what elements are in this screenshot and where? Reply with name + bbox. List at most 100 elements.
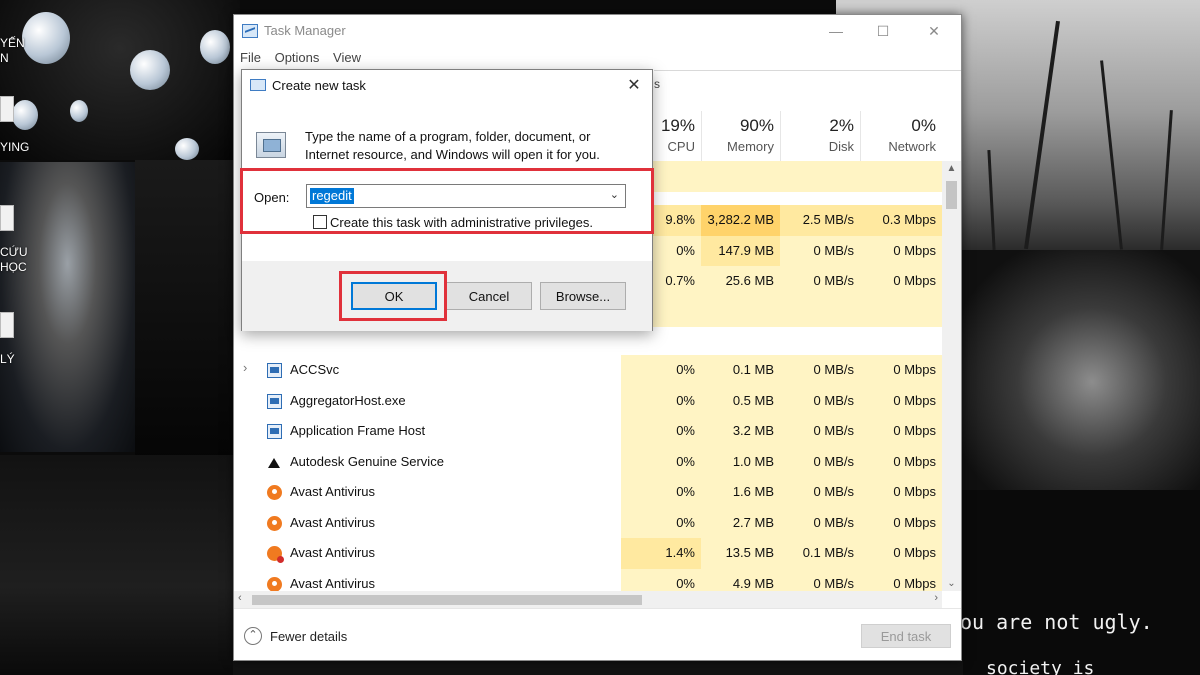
process-name: Avast Antivirus <box>290 514 376 530</box>
palm-trunk <box>1100 60 1123 250</box>
desktop-icon-label: N <box>0 51 9 65</box>
process-name: ACCSvc <box>290 362 340 377</box>
avast-alert-icon <box>267 546 284 563</box>
maximize-button[interactable]: ☐ <box>860 15 906 47</box>
cell-blank <box>780 161 860 192</box>
table-row[interactable]: Avast Antivirus 0% 1.6 MB 0 MB/s 0 Mbps <box>234 477 942 508</box>
table-row[interactable]: Avast Antivirus 1.4% 13.5 MB 0.1 MB/s 0 … <box>234 538 942 569</box>
dialog-titlebar[interactable]: Create new task ✕ <box>242 70 652 101</box>
cell-blank <box>860 161 942 192</box>
task-manager-titlebar[interactable]: Task Manager — ☐ ✕ <box>234 15 961 47</box>
wallpaper-lower-tile <box>0 455 240 675</box>
app-window-icon <box>267 393 282 409</box>
desktop-icon[interactable]: LÝ <box>0 312 40 367</box>
tab-separator <box>654 70 961 71</box>
cell-network: 0 Mbps <box>860 477 942 508</box>
vertical-scrollbar[interactable]: ▲ ⌄ <box>942 161 961 591</box>
cell-cpu: 0% <box>621 568 701 591</box>
dialog-close-button[interactable]: ✕ <box>620 72 648 98</box>
run-window-icon <box>250 79 266 91</box>
scroll-left-icon[interactable]: ‹ <box>238 592 242 604</box>
column-name: Memory <box>727 139 774 154</box>
table-row[interactable]: AggregatorHost.exe 0% 0.5 MB 0 MB/s 0 Mb… <box>234 385 942 416</box>
balloon-decoration <box>70 100 88 122</box>
palm-trunk <box>1024 20 1060 250</box>
table-row[interactable]: › ACCSvc 0% 0.1 MB 0 MB/s 0 Mbps <box>234 355 942 386</box>
chevron-up-icon[interactable]: ⌃ <box>244 627 262 645</box>
run-program-icon <box>256 132 286 158</box>
desktop-icon-label: HỌC <box>0 260 27 274</box>
cell-cpu: 0% <box>621 477 701 508</box>
cell-disk: 0 MB/s <box>780 355 860 386</box>
cell-network: 0 Mbps <box>860 385 942 416</box>
memory-total-percent: 90% <box>739 116 774 135</box>
cell-network: 0 Mbps <box>860 568 942 591</box>
task-manager-title: Task Manager <box>264 23 346 38</box>
cell-network: 0.3 Mbps <box>860 205 942 236</box>
scrollbar-thumb[interactable] <box>252 595 642 605</box>
scroll-right-icon[interactable]: › <box>934 592 938 604</box>
process-name: Avast Antivirus <box>290 484 376 499</box>
cell-cpu: 0% <box>621 446 701 477</box>
cell-memory: 3.2 MB <box>701 416 780 447</box>
menu-options[interactable]: Options <box>275 50 320 65</box>
cell-network: 0 Mbps <box>860 538 942 569</box>
cancel-button[interactable]: Cancel <box>446 282 532 310</box>
close-button[interactable]: ✕ <box>911 15 957 47</box>
menu-file[interactable]: File <box>240 50 261 65</box>
wallpaper-palms-tile <box>960 0 1200 251</box>
cell-memory: 0.1 MB <box>701 355 780 386</box>
browse-button[interactable]: Browse... <box>540 282 626 310</box>
desktop-icon[interactable]: YING <box>0 96 40 155</box>
column-header-memory[interactable]: 90% Memory <box>701 111 780 161</box>
expand-chevron-icon[interactable]: › <box>243 360 247 375</box>
cell-blank <box>701 296 780 327</box>
end-task-button[interactable]: End task <box>861 624 951 648</box>
dialog-description: Type the name of a program, folder, docu… <box>305 129 600 162</box>
document-icon <box>0 96 14 122</box>
tab-services-fragment[interactable]: s <box>654 77 660 91</box>
dialog-title: Create new task <box>272 78 366 93</box>
desktop-icon[interactable]: YẾN N <box>0 36 40 66</box>
cell-disk: 0 MB/s <box>780 477 860 508</box>
desktop-icon-label: YẾN <box>0 36 25 50</box>
horizontal-scrollbar[interactable]: ‹ › <box>234 591 942 608</box>
menu-view[interactable]: View <box>333 50 361 65</box>
cell-cpu: 0% <box>621 385 701 416</box>
document-icon <box>0 312 14 338</box>
process-name: Autodesk Genuine Service <box>290 453 444 469</box>
scroll-down-icon[interactable]: ⌄ <box>942 578 961 589</box>
column-header-network[interactable]: 0% Network <box>860 111 942 161</box>
cell-disk: 0 MB/s <box>780 416 860 447</box>
app-window-icon <box>267 424 282 439</box>
desktop-icon-label: LÝ <box>0 352 15 366</box>
cell-blank <box>780 296 860 327</box>
scrollbar-thumb[interactable] <box>946 181 957 209</box>
column-headers: 19% CPU 90% Memory 2% Disk 0% Network <box>621 111 941 161</box>
cell-memory: 0.5 MB <box>701 385 780 416</box>
task-manager-menubar: File Options View <box>240 50 371 70</box>
column-header-disk[interactable]: 2% Disk <box>780 111 860 161</box>
highlight-open-field <box>240 168 654 234</box>
minimize-button[interactable]: — <box>813 15 859 47</box>
palm-trunk <box>987 149 996 251</box>
cell-cpu: 0% <box>621 507 701 538</box>
app-window-icon <box>267 363 282 378</box>
table-row[interactable]: Application Frame Host 0% 3.2 MB 0 MB/s … <box>234 416 942 447</box>
table-row[interactable]: Avast Antivirus 0% 2.7 MB 0 MB/s 0 Mbps <box>234 507 942 538</box>
table-row[interactable]: Autodesk Genuine Service 0% 1.0 MB 0 MB/… <box>234 446 942 477</box>
fewer-details-link[interactable]: Fewer details <box>270 629 347 644</box>
cell-disk: 0 MB/s <box>780 507 860 538</box>
desktop-icon[interactable]: CỨU HỌC <box>0 205 40 275</box>
highlight-ok-button <box>339 271 447 321</box>
scroll-up-icon[interactable]: ▲ <box>942 163 961 174</box>
wallpaper-bottom-strip <box>233 660 963 675</box>
task-manager-footer: ⌃ Fewer details End task <box>234 608 961 661</box>
cell-disk: 2.5 MB/s <box>780 205 860 236</box>
cell-disk: 0 MB/s <box>780 446 860 477</box>
table-row[interactable]: Avast Antivirus 0% 4.9 MB 0 MB/s 0 Mbps <box>234 568 942 591</box>
avast-icon <box>267 515 282 531</box>
cell-disk: 0 MB/s <box>780 385 860 416</box>
document-icon <box>0 205 14 231</box>
avast-icon <box>267 485 282 500</box>
